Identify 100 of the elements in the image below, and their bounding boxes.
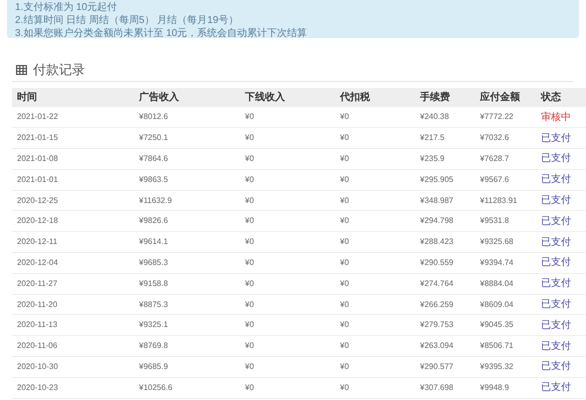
table-cell: ¥9045.35 bbox=[480, 320, 514, 330]
table-cell: 2020-12-18 bbox=[17, 216, 58, 226]
table-cell: ¥8609.04 bbox=[480, 300, 514, 309]
table-cell: ¥0 bbox=[340, 320, 349, 330]
table-cell: ¥0 bbox=[245, 382, 254, 392]
table-cell: ¥0 bbox=[340, 300, 349, 309]
table-cell: ¥0 bbox=[245, 237, 254, 246]
table-cell: 2021-01-01 bbox=[17, 174, 58, 184]
table-cell: ¥8884.04 bbox=[480, 278, 514, 288]
table-cell: ¥0 bbox=[245, 112, 254, 122]
table-cell: ¥9826.6 bbox=[139, 216, 168, 226]
table-cell: ¥0 bbox=[340, 133, 349, 142]
column-header: 状态 bbox=[541, 92, 561, 103]
table-cell: ¥294.798 bbox=[420, 216, 454, 226]
status-text: 已支付 bbox=[541, 153, 571, 164]
table-cell: ¥9685.9 bbox=[139, 362, 168, 371]
table-cell: ¥263.094 bbox=[420, 341, 454, 350]
table-cell: ¥0 bbox=[340, 278, 349, 288]
notice-text: 1.支付标准为 10元起付 bbox=[15, 1, 118, 14]
table-cell: ¥9395.32 bbox=[480, 362, 514, 371]
status-text: 已支付 bbox=[541, 257, 571, 268]
table-cell: ¥8506.71 bbox=[480, 341, 514, 350]
table-cell: ¥7864.6 bbox=[139, 154, 168, 163]
table-cell: ¥290.559 bbox=[420, 258, 454, 267]
column-header: 广告收入 bbox=[139, 92, 179, 103]
table-cell: ¥11283.91 bbox=[480, 196, 518, 205]
table-cell: 2021-01-22 bbox=[17, 112, 58, 122]
status-text: 审核中 bbox=[541, 112, 571, 123]
table-cell: ¥240.38 bbox=[420, 112, 449, 122]
table-cell: ¥9531.8 bbox=[480, 216, 509, 226]
table-cell: ¥0 bbox=[340, 216, 349, 226]
status-text: 已支付 bbox=[541, 340, 571, 352]
table-cell: ¥266.259 bbox=[420, 300, 454, 309]
table-cell: 2020-11-27 bbox=[17, 278, 58, 288]
column-header: 应付金额 bbox=[480, 92, 520, 103]
table-cell: ¥348.987 bbox=[420, 196, 454, 205]
table-cell: ¥0 bbox=[340, 362, 349, 371]
column-header: 手续费 bbox=[420, 92, 450, 103]
table-cell: ¥7628.7 bbox=[480, 154, 509, 163]
table-cell: ¥0 bbox=[340, 174, 349, 184]
table-cell: ¥288.423 bbox=[420, 237, 454, 246]
table-cell: ¥0 bbox=[340, 112, 349, 122]
status-text: 已支付 bbox=[541, 216, 571, 227]
status-text: 已支付 bbox=[541, 361, 571, 372]
table-cell: ¥7772.22 bbox=[480, 112, 514, 122]
table-cell: 2020-12-04 bbox=[17, 258, 58, 267]
table-cell: ¥295.905 bbox=[420, 174, 454, 184]
table-cell: ¥10256.6 bbox=[139, 382, 172, 392]
status-text: 已支付 bbox=[541, 278, 571, 290]
table-cell: ¥0 bbox=[245, 300, 254, 309]
table-cell: ¥9325.68 bbox=[480, 237, 514, 246]
table-cell: ¥0 bbox=[245, 341, 254, 350]
table-cell: ¥9948.9 bbox=[480, 382, 509, 392]
table-cell: ¥274.764 bbox=[420, 278, 454, 288]
table-cell: ¥0 bbox=[245, 320, 254, 330]
column-header: 时间 bbox=[17, 92, 37, 103]
table-cell: 2020-12-11 bbox=[17, 237, 58, 246]
notice-text: 3.如果您账户分类金额尚未累计至 10元，系统会自动累计下次结算 bbox=[15, 27, 308, 40]
table-cell: ¥0 bbox=[245, 362, 254, 371]
status-text: 已支付 bbox=[541, 320, 571, 331]
notice-text: 2.结算时间 日结 周结（每周5） 月结（每月19号） bbox=[15, 14, 240, 27]
table-cell: ¥279.753 bbox=[420, 320, 454, 330]
table-cell: ¥7250.1 bbox=[139, 133, 168, 142]
table-cell: ¥8012.6 bbox=[139, 112, 168, 122]
table-cell: ¥0 bbox=[245, 154, 254, 163]
table-cell: 2020-11-13 bbox=[17, 320, 58, 330]
table-cell: ¥307.698 bbox=[420, 382, 454, 392]
table-cell: ¥0 bbox=[340, 237, 349, 246]
table-cell: ¥0 bbox=[340, 382, 349, 392]
table-cell: ¥0 bbox=[245, 133, 254, 142]
table-cell: ¥0 bbox=[245, 216, 254, 226]
status-text: 已支付 bbox=[541, 174, 571, 186]
table-cell: 2020-10-23 bbox=[17, 382, 58, 392]
status-text: 已支付 bbox=[541, 132, 571, 144]
table-cell: ¥9685.3 bbox=[139, 258, 168, 267]
table-cell: ¥9394.74 bbox=[480, 258, 514, 267]
status-text: 已支付 bbox=[541, 195, 571, 206]
table-cell: ¥0 bbox=[245, 196, 254, 205]
table-cell: ¥290.577 bbox=[420, 362, 454, 371]
table-cell: ¥9614.1 bbox=[139, 237, 168, 246]
table-cell: ¥0 bbox=[245, 174, 254, 184]
table-cell: ¥217.5 bbox=[420, 133, 444, 142]
column-header: 代扣税 bbox=[340, 92, 370, 103]
table-cell: ¥7032.6 bbox=[480, 133, 509, 142]
table-cell: 2020-11-20 bbox=[17, 300, 58, 309]
table-cell: ¥9325.1 bbox=[139, 320, 168, 330]
table-cell: 2021-01-15 bbox=[17, 133, 58, 142]
table-icon bbox=[16, 64, 27, 74]
table-cell: ¥9863.5 bbox=[139, 174, 168, 184]
table-cell: ¥235.9 bbox=[420, 154, 444, 163]
table-cell: ¥0 bbox=[245, 258, 254, 267]
status-text: 已支付 bbox=[541, 382, 571, 394]
status-text: 已支付 bbox=[541, 299, 571, 310]
table-cell: 2020-12-25 bbox=[17, 196, 58, 205]
table-cell: ¥0 bbox=[245, 278, 254, 288]
table-cell: ¥0 bbox=[340, 154, 349, 163]
section-title: 付款记录 bbox=[33, 60, 85, 79]
column-header: 下线收入 bbox=[245, 92, 285, 103]
table-cell: 2021-01-08 bbox=[17, 154, 58, 163]
table-cell: ¥0 bbox=[340, 341, 349, 350]
